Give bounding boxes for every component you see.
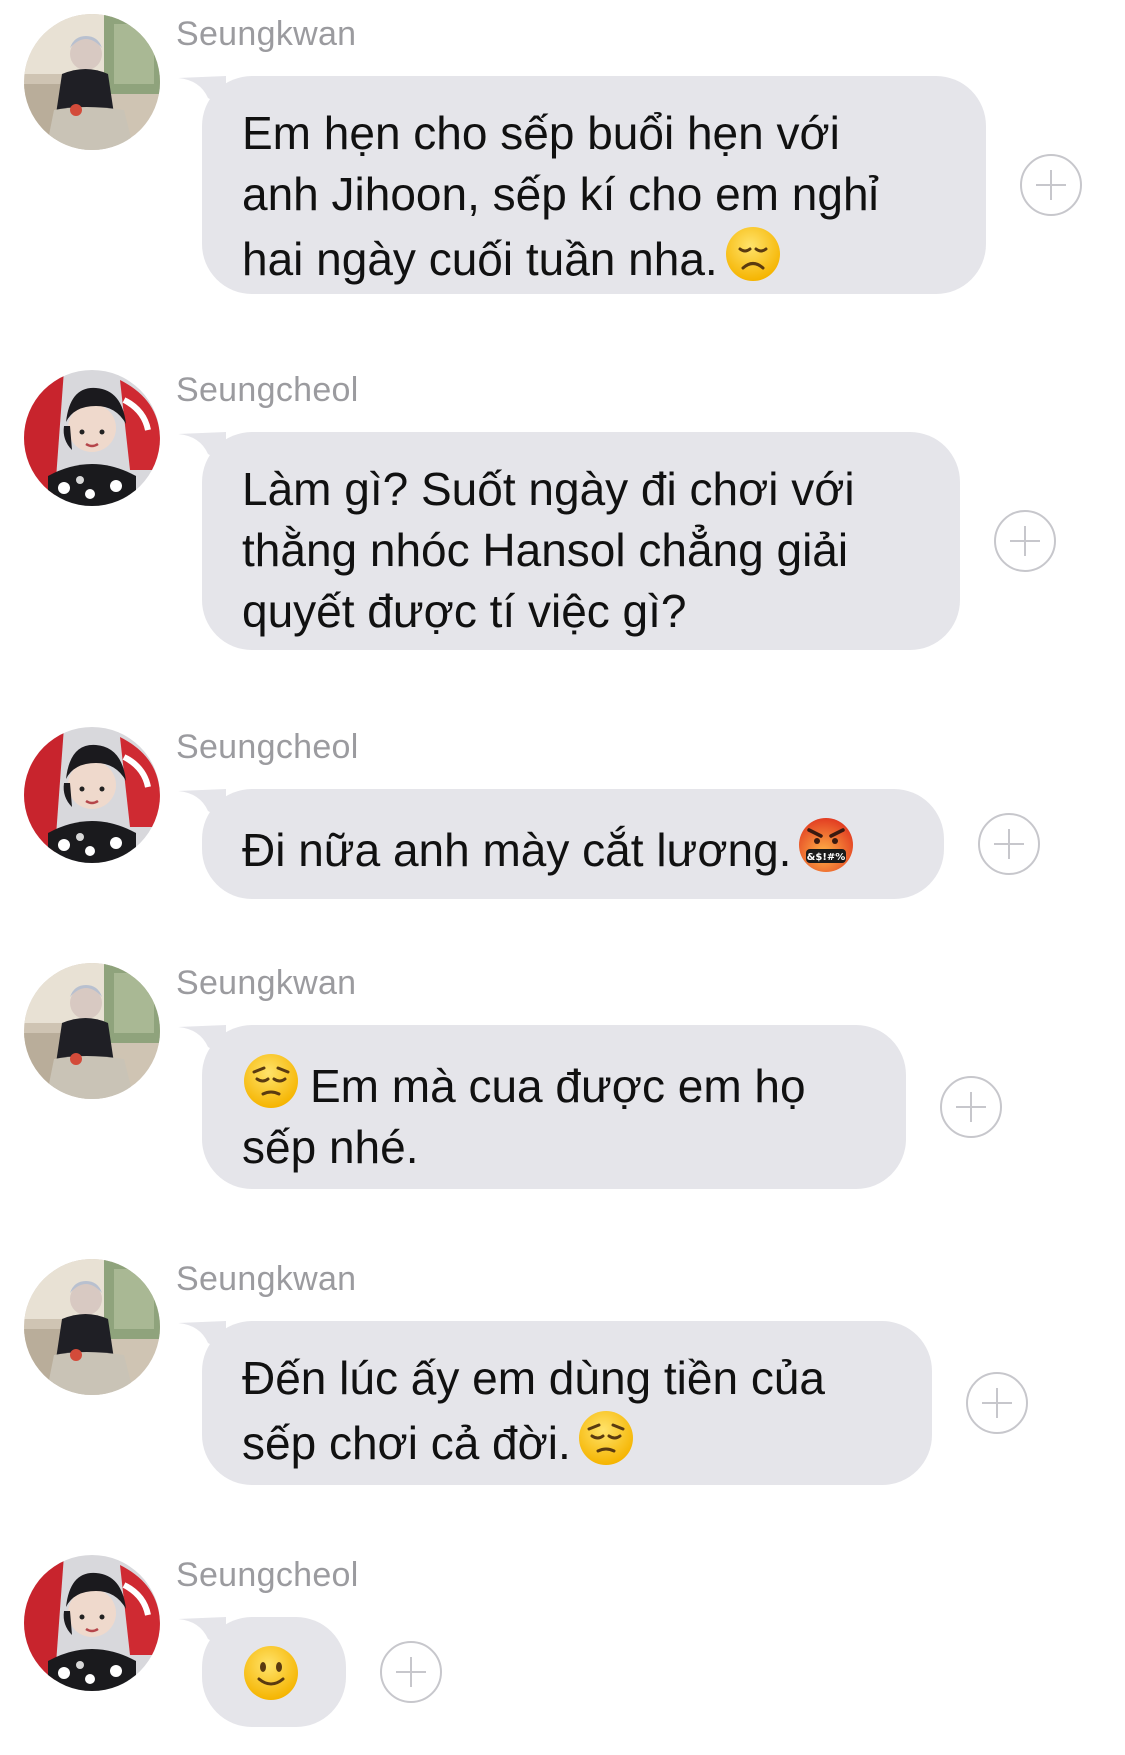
- add-reaction-icon[interactable]: [966, 1372, 1028, 1434]
- message-line: Làm gì? Suốt ngày đi chơi với: [242, 463, 855, 515]
- message-row: Seungcheol Đi nữa anh mày cắt lương. &$!#%: [0, 713, 1125, 923]
- message-line: anh Jihoon, sếp kí cho em nghỉ: [242, 168, 879, 220]
- sender-name: Seungcheol: [176, 728, 359, 766]
- svg-text:&$!#%: &$!#%: [807, 852, 846, 863]
- message-text: Em mà cua được em họ: [242, 1052, 870, 1117]
- message-bubble[interactable]: Đến lúc ấy em dùng tiền của sếp chơi cả đ…: [202, 1321, 932, 1485]
- message-row: Seungcheol: [0, 1541, 1125, 1751]
- message-line: quyết được tí việc gì?: [242, 585, 687, 637]
- seungcheol-avatar[interactable]: [24, 370, 160, 506]
- seungkwan-avatar[interactable]: [24, 14, 160, 150]
- sender-name: Seungkwan: [176, 964, 357, 1002]
- disappointed-face-emoji: [724, 225, 782, 283]
- sender-name: Seungcheol: [176, 371, 359, 409]
- message-text: hai ngày cuối tuần nha.: [242, 225, 950, 290]
- message-text: Em hẹn cho sếp buổi hẹn với: [242, 103, 950, 164]
- message-bubble[interactable]: Làm gì? Suốt ngày đi chơi với thằng nhóc …: [202, 432, 960, 650]
- message-line: sếp nhé.: [242, 1121, 419, 1173]
- message-row: Seungkwan Đến lúc ấy em dùng tiền của sếp …: [0, 1245, 1125, 1509]
- seungcheol-avatar[interactable]: [24, 727, 160, 863]
- add-reaction-icon[interactable]: [978, 813, 1040, 875]
- message-bubble[interactable]: [202, 1617, 346, 1727]
- message-line: hai ngày cuối tuần nha.: [242, 233, 718, 285]
- message-bubble[interactable]: Em hẹn cho sếp buổi hẹn với anh Jihoon, s…: [202, 76, 986, 294]
- sender-name: Seungcheol: [176, 1556, 359, 1594]
- add-reaction-icon[interactable]: [994, 510, 1056, 572]
- message-row: Seungcheol Làm gì? Suốt ngày đi chơi với t…: [0, 356, 1125, 674]
- slightly-smiling-face-emoji: [242, 1644, 300, 1702]
- add-reaction-icon[interactable]: [1020, 154, 1082, 216]
- message-text: thằng nhóc Hansol chẳng giải: [242, 520, 924, 581]
- add-reaction-icon[interactable]: [380, 1641, 442, 1703]
- message-text: sếp nhé.: [242, 1117, 870, 1178]
- message-row: Seungkwan Em mà cua được em họ sếp nhé.: [0, 949, 1125, 1213]
- pensive-face-emoji: [577, 1409, 635, 1467]
- cursing-face-emoji: &$!#%: [797, 816, 855, 874]
- message-line: sếp chơi cả đời.: [242, 1417, 571, 1469]
- message-line: Em hẹn cho sếp buổi hẹn với: [242, 107, 840, 159]
- message-text: Làm gì? Suốt ngày đi chơi với: [242, 459, 924, 520]
- message-line: Em mà cua được em họ: [310, 1060, 806, 1112]
- message-text: quyết được tí việc gì?: [242, 581, 924, 642]
- seungkwan-avatar[interactable]: [24, 963, 160, 1099]
- add-reaction-icon[interactable]: [940, 1076, 1002, 1138]
- message-row: Seungkwan Em hẹn cho sếp buổi hẹn với anh …: [0, 0, 1125, 318]
- message-line: Đi nữa anh mày cắt lương.: [242, 824, 792, 876]
- sender-name: Seungkwan: [176, 1260, 357, 1298]
- seungkwan-avatar[interactable]: [24, 1259, 160, 1395]
- pensive-face-emoji: [242, 1052, 300, 1110]
- message-text: anh Jihoon, sếp kí cho em nghỉ: [242, 164, 950, 225]
- seungcheol-avatar[interactable]: [24, 1555, 160, 1691]
- message-text: [242, 1644, 310, 1709]
- message-line: Đến lúc ấy em dùng tiền của: [242, 1352, 826, 1404]
- message-bubble[interactable]: Em mà cua được em họ sếp nhé.: [202, 1025, 906, 1189]
- sender-name: Seungkwan: [176, 15, 357, 53]
- message-text: sếp chơi cả đời.: [242, 1409, 896, 1474]
- message-text: Đến lúc ấy em dùng tiền của: [242, 1348, 896, 1409]
- message-bubble[interactable]: Đi nữa anh mày cắt lương. &$!#%: [202, 789, 944, 899]
- message-text: Đi nữa anh mày cắt lương. &$!#%: [242, 816, 908, 881]
- message-line: thằng nhóc Hansol chẳng giải: [242, 524, 849, 576]
